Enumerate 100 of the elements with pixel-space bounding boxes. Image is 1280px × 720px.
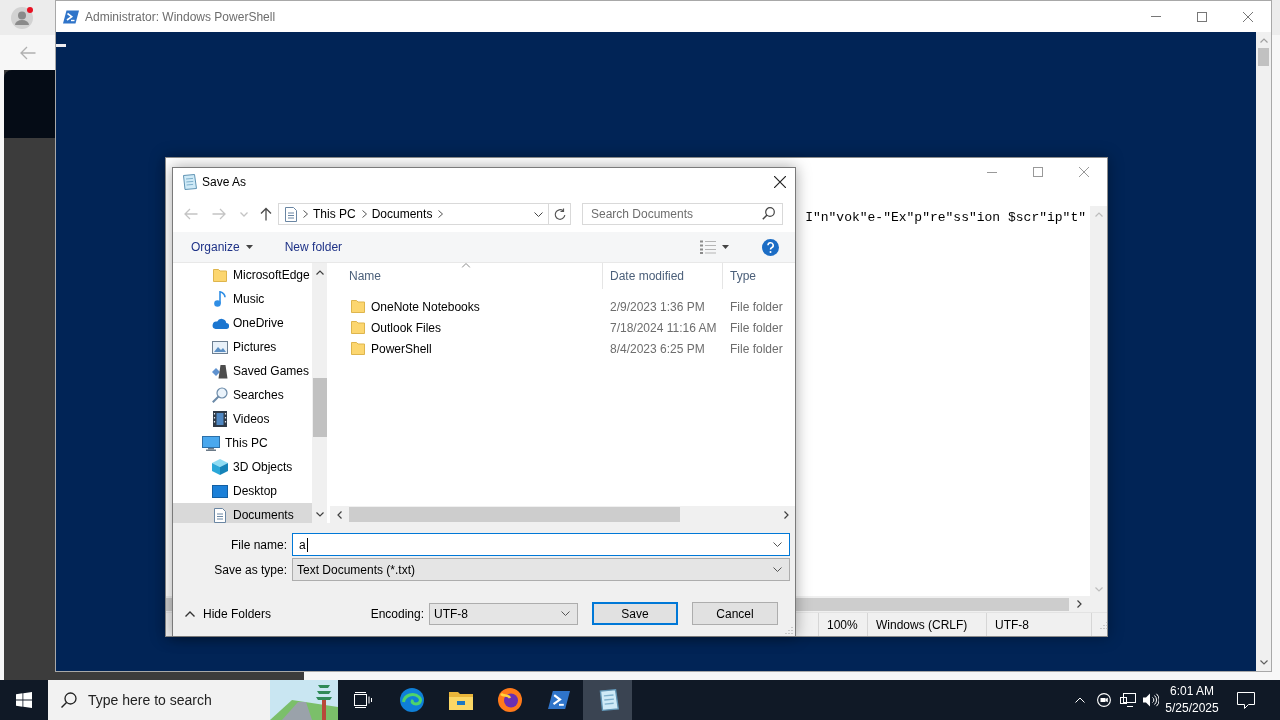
scroll-left-icon[interactable] <box>337 510 342 519</box>
column-header[interactable]: Type <box>723 263 795 289</box>
tree-item[interactable]: Saved Games <box>173 359 312 383</box>
document-icon <box>285 206 297 222</box>
chevron-up-icon[interactable] <box>1075 697 1085 703</box>
window-title: Administrator: Windows PowerShell <box>85 9 276 24</box>
dialog-title: Save As <box>202 175 247 189</box>
scrollbar-thumb[interactable] <box>349 507 680 522</box>
notepad-icon <box>181 174 197 190</box>
refresh-icon[interactable] <box>553 207 566 221</box>
chevron-right-icon[interactable] <box>438 210 444 218</box>
save-button[interactable]: Save <box>592 602 678 625</box>
chevron-right-icon[interactable] <box>303 210 308 218</box>
breadcrumb-item[interactable]: Documents <box>371 207 433 221</box>
resize-grip-icon <box>1100 620 1108 629</box>
tree-item[interactable]: Videos <box>173 407 312 431</box>
view-options-icon[interactable] <box>700 240 716 254</box>
file-name-field[interactable]: a <box>292 533 790 556</box>
firefox-icon[interactable] <box>497 688 522 712</box>
address-bar[interactable]: This PC Documents <box>278 203 571 225</box>
clock-date[interactable]: 5/25/2025 <box>1165 702 1219 715</box>
up-arrow-icon[interactable] <box>260 207 272 221</box>
folder-icon <box>351 342 365 355</box>
chevron-right-icon[interactable] <box>361 210 367 218</box>
windows-logo-icon[interactable] <box>16 692 32 708</box>
resize-grip-icon <box>785 626 793 634</box>
search-field[interactable]: Search Documents <box>582 203 783 225</box>
maximize-icon[interactable] <box>1197 11 1207 22</box>
status-text: UTF-8 <box>995 617 1029 632</box>
vertical-scrollbar[interactable] <box>312 263 327 523</box>
file-type-dropdown[interactable]: Text Documents (*.txt) <box>292 558 790 581</box>
table-cell: Outlook Files <box>371 320 442 335</box>
game-pieces-icon <box>212 363 228 379</box>
table-cell: File folder <box>730 320 783 335</box>
film-icon <box>213 411 227 427</box>
avatar-icon[interactable] <box>11 6 33 29</box>
minimize-icon[interactable] <box>987 171 997 173</box>
horizontal-scrollbar[interactable] <box>330 506 795 523</box>
tree-item[interactable]: OneDrive <box>173 311 312 335</box>
cube-icon <box>212 459 228 475</box>
hide-folders-button[interactable]: Hide Folders <box>185 606 272 621</box>
tree-item[interactable]: Music <box>173 287 312 311</box>
folder-icon[interactable] <box>448 690 473 710</box>
scrollbar-thumb[interactable] <box>1258 48 1269 66</box>
caret-down-icon <box>245 245 253 249</box>
volume-icon[interactable] <box>1143 693 1159 707</box>
chevron-up-icon <box>185 610 195 617</box>
table-cell: 7/18/2024 11:16 AM <box>610 320 717 335</box>
scroll-down-icon[interactable] <box>1259 660 1268 665</box>
scroll-right-icon[interactable] <box>1076 600 1082 608</box>
taskbar-search-field[interactable]: Type here to search <box>88 680 270 720</box>
tree-item[interactable]: Searches <box>173 383 312 407</box>
help-icon[interactable] <box>762 238 779 256</box>
close-icon[interactable] <box>774 176 786 188</box>
tree-item[interactable]: Documents <box>173 503 312 523</box>
monitor-icon <box>202 435 220 451</box>
chevron-down-icon[interactable] <box>534 211 543 217</box>
tree-item[interactable]: Desktop <box>173 479 312 503</box>
scrollbar-thumb[interactable] <box>312 378 327 437</box>
tree-item[interactable]: MicrosoftEdge <box>173 263 312 287</box>
scroll-down-icon[interactable] <box>315 512 324 517</box>
cloud-icon <box>211 317 229 329</box>
sort-ascending-icon <box>461 263 471 268</box>
table-cell: File folder <box>730 299 783 314</box>
taskbar-button[interactable] <box>583 680 632 720</box>
column-header[interactable]: Date modified <box>603 263 723 289</box>
table-cell: OneNote Notebooks <box>371 299 480 314</box>
field-label: Save as type: <box>214 562 287 577</box>
folder-icon <box>351 321 365 334</box>
scroll-right-icon[interactable] <box>784 510 789 519</box>
cancel-button[interactable]: Cancel <box>692 602 778 625</box>
document-icon <box>214 507 226 523</box>
toolbar-button[interactable]: New folder <box>284 240 343 254</box>
status-text: 100% <box>827 617 858 632</box>
chevron-down-icon[interactable] <box>773 567 782 572</box>
tree-item[interactable]: This PC <box>173 431 312 455</box>
breadcrumb-item[interactable]: This PC <box>313 207 356 221</box>
search-icon[interactable] <box>48 680 88 720</box>
table-cell: 8/4/2023 6:25 PM <box>610 341 705 356</box>
chevron-down-icon[interactable] <box>561 611 570 616</box>
chevron-down-icon[interactable] <box>773 542 782 547</box>
encoding-dropdown[interactable]: UTF-8 <box>429 602 578 625</box>
toolbar-menu[interactable]: Organize <box>191 240 253 254</box>
clock-time[interactable]: 6:01 AM <box>1170 685 1214 698</box>
folder-icon <box>213 268 227 282</box>
network-icon[interactable] <box>1120 693 1136 707</box>
desktop-icon <box>212 484 228 498</box>
camera-icon[interactable] <box>1096 693 1112 707</box>
tree-item[interactable]: 3D Objects <box>173 455 312 479</box>
maximize-icon[interactable] <box>1033 167 1043 177</box>
task-view-icon[interactable] <box>353 692 372 708</box>
music-note-icon <box>214 291 226 307</box>
scroll-up-icon[interactable] <box>315 270 324 275</box>
powershell-logo-icon[interactable] <box>547 689 570 711</box>
edge-browser-icon[interactable] <box>399 688 424 712</box>
vertical-scrollbar[interactable] <box>1256 32 1271 671</box>
tree-item[interactable]: Pictures <box>173 335 312 359</box>
column-header[interactable]: Name <box>330 263 603 289</box>
caret-down-icon[interactable] <box>722 245 729 249</box>
notification-icon[interactable] <box>1237 691 1255 709</box>
